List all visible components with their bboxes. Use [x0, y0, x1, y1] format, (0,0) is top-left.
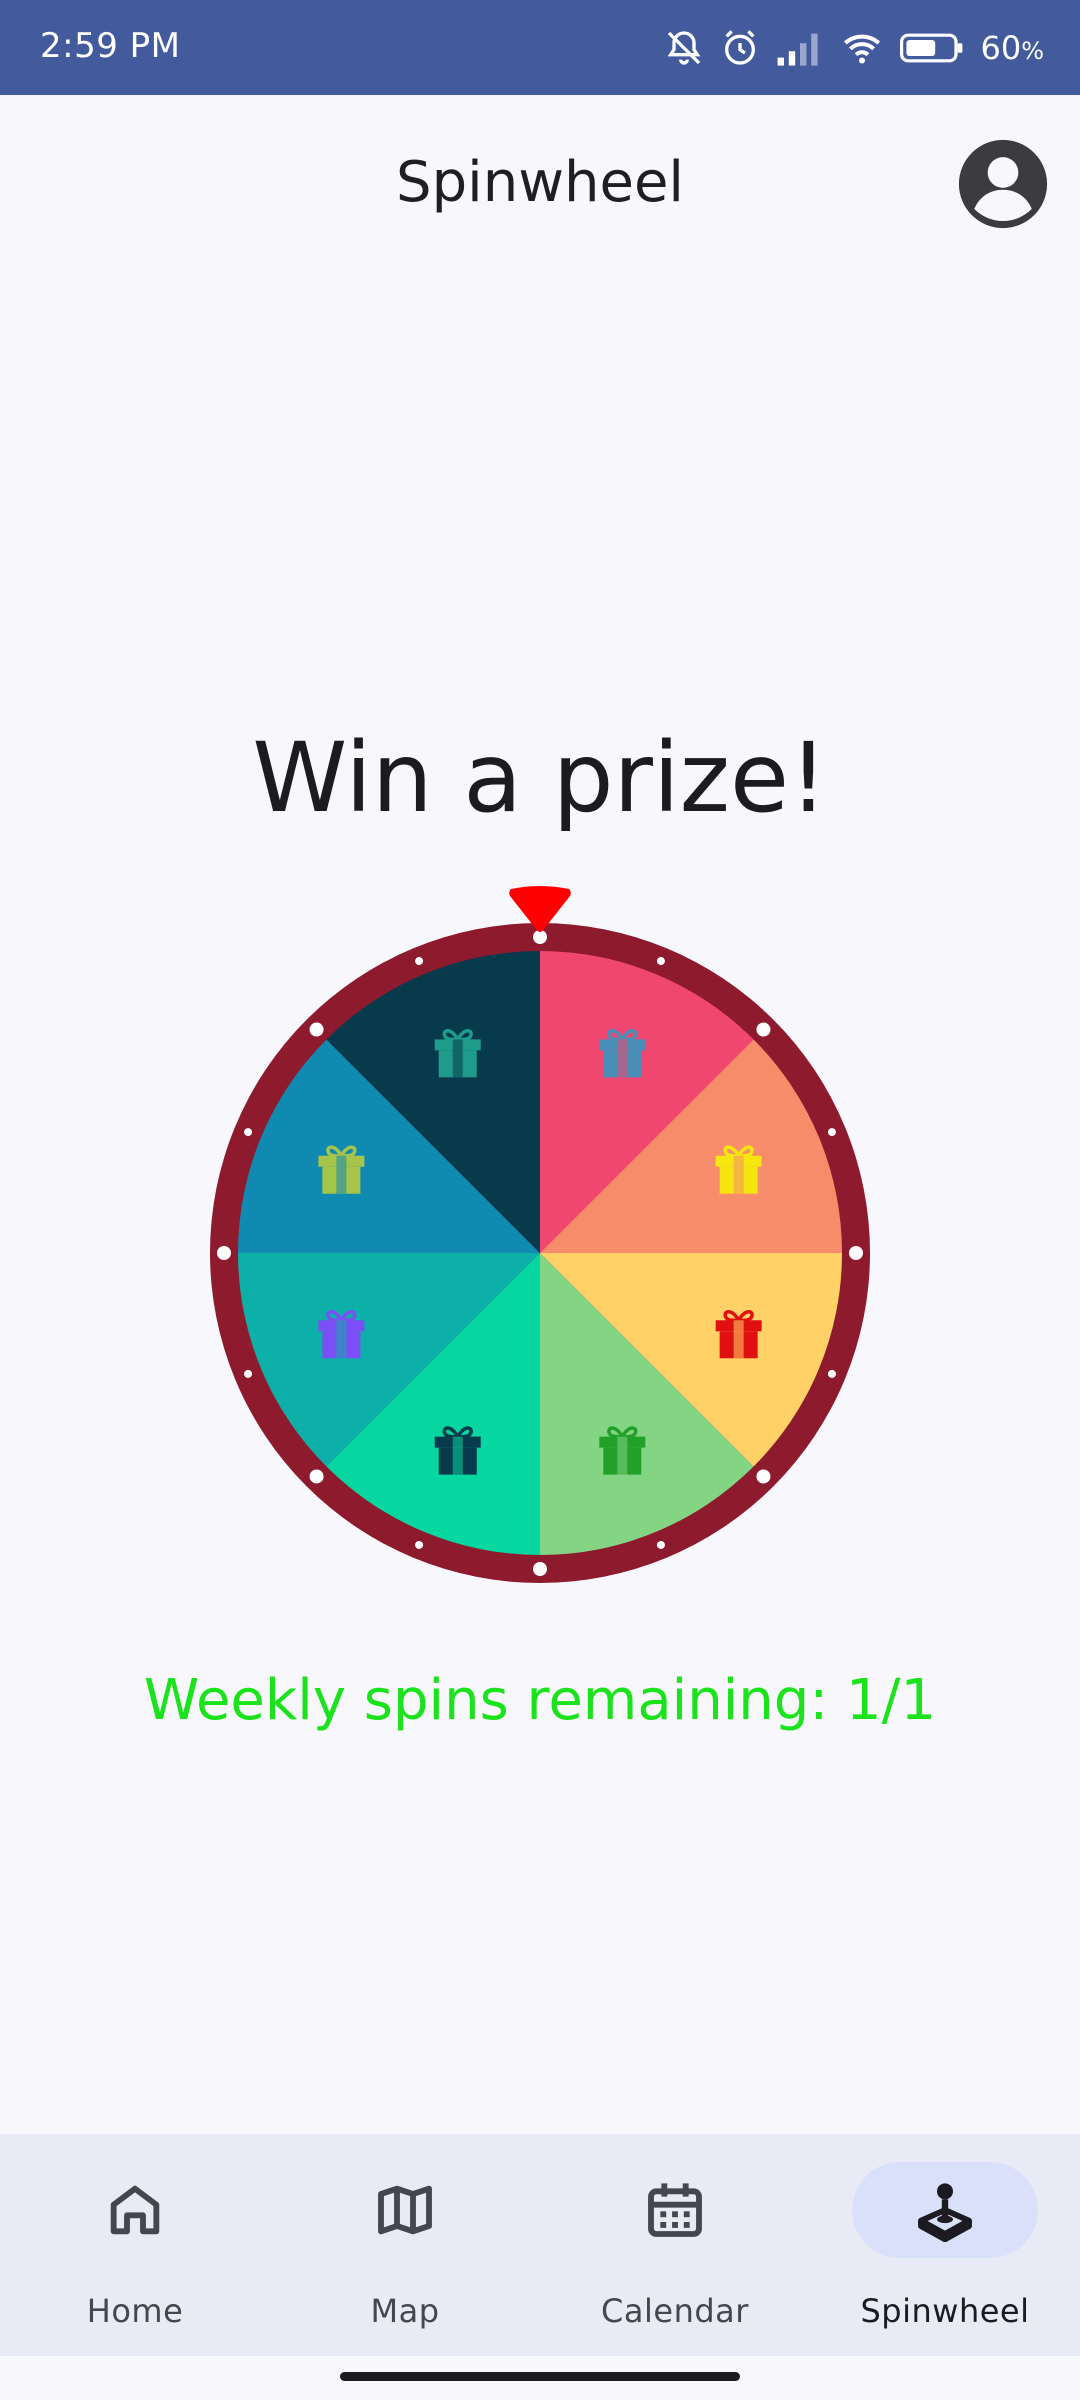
joystick-icon [918, 2183, 972, 2242]
weekly-spins-remaining: Weekly spins remaining: 1/1 [143, 1668, 937, 1733]
battery-percent: 60% [980, 29, 1044, 67]
wheel-rim-dot [415, 1540, 424, 1549]
nav-label-spinwheel: Spinwheel [860, 2292, 1030, 2330]
calendar-icon [648, 2183, 702, 2237]
nav-label-home: Home [86, 2292, 184, 2330]
nav-item-calendar[interactable]: Calendar [540, 2134, 810, 2356]
wheel-rim-dot [244, 1369, 253, 1378]
wheel-rim-dot [756, 1469, 771, 1484]
wifi-icon [844, 34, 881, 64]
status-time: 2:59 PM [40, 26, 181, 66]
wheel-rim-dot [656, 957, 665, 966]
nav-item-home[interactable]: Home [0, 2134, 270, 2356]
wheel-rim-dot [309, 1022, 324, 1037]
status-bar: 2:59 PM 60% [0, 0, 1080, 95]
page-title: Spinwheel [396, 150, 684, 215]
wheel-rim-dot [827, 1128, 836, 1137]
wheel-rim-dot [827, 1369, 836, 1378]
wheel-rim-dot [533, 1562, 547, 1576]
wheel-rim-dot [217, 1246, 231, 1260]
nav-item-map[interactable]: Map [270, 2134, 540, 2356]
wheel-rim-dot [415, 957, 424, 966]
status-icons: 60% [664, 22, 1044, 74]
account-circle-icon[interactable] [957, 138, 1049, 230]
win-prize-headline: Win a prize! [252, 722, 828, 834]
bell-off-icon [668, 31, 701, 65]
signal-icon [778, 33, 819, 66]
map-icon [378, 2185, 432, 2235]
wheel-rim-dot [756, 1022, 771, 1037]
nav-label-calendar: Calendar [601, 2292, 749, 2330]
wheel-rim-dot [656, 1540, 665, 1549]
alarm-icon [725, 30, 756, 65]
wheel-rim-dot [309, 1469, 324, 1484]
wheel-rim-dot [244, 1128, 253, 1137]
nav-label-map: Map [370, 2292, 440, 2330]
battery-icon [900, 33, 963, 63]
spin-wheel[interactable] [210, 883, 870, 1583]
home-icon [110, 2185, 160, 2235]
home-gesture-bar[interactable] [340, 2372, 740, 2381]
bottom-navigation: Home Map Calendar Spinwheel [0, 2134, 1080, 2356]
nav-item-spinwheel[interactable]: Spinwheel [810, 2134, 1080, 2356]
spin-wheel-container[interactable] [210, 883, 870, 1583]
wheel-rim-dot [849, 1246, 863, 1260]
wheel-rim-dot [533, 930, 547, 944]
